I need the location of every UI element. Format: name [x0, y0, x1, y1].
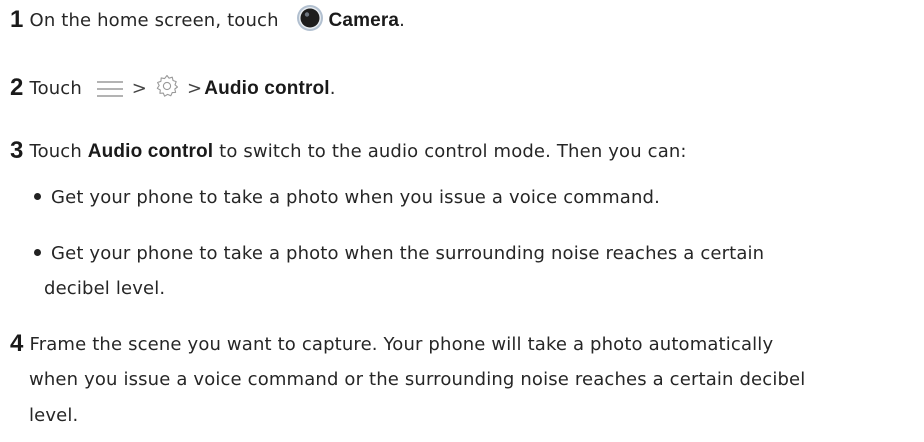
camera-icon — [295, 3, 325, 33]
step-4-line-2: when you issue a voice command or the su… — [29, 369, 806, 390]
step-text: Frame the scene you want to capture. You… — [29, 334, 774, 355]
bullet-icon — [34, 249, 41, 256]
list-item-text: Get your phone to take a photo when you … — [51, 187, 660, 208]
step-number: 4 — [10, 330, 24, 357]
period: . — [329, 78, 336, 99]
step-text: Touch — [29, 78, 82, 99]
audio-control-label: Audio control — [87, 141, 214, 162]
separator: > — [187, 78, 203, 99]
step-1: 1 On the home screen, touch Camera. — [10, 2, 405, 38]
step-4: 4 Frame the scene you want to capture. Yo… — [10, 326, 773, 362]
step-text: On the home screen, touch — [29, 10, 279, 31]
list-item: Get your phone to take a photo when you … — [34, 180, 660, 216]
separator: > — [131, 78, 148, 99]
list-item: Get your phone to take a photo when the … — [34, 236, 764, 272]
settings-gear-icon — [155, 74, 179, 98]
menu-icon — [96, 77, 124, 97]
step-number: 3 — [10, 137, 24, 164]
step-number: 2 — [10, 74, 24, 101]
camera-label: Camera — [328, 10, 400, 31]
step-text: to switch to the audio control mode. The… — [219, 141, 687, 162]
step-number: 1 — [10, 6, 24, 33]
step-2: 2 Touch > > Audio control. — [10, 70, 336, 106]
list-item-text: Get your phone to take a photo when the … — [51, 243, 765, 264]
list-item-continuation: decibel level. — [44, 278, 166, 299]
audio-control-label: Audio control — [204, 78, 330, 99]
period: . — [399, 10, 405, 31]
step-4-line-3: level. — [29, 405, 79, 426]
step-3: 3 Touch Audio control to switch to the au… — [10, 133, 687, 169]
bullet-icon — [34, 193, 41, 200]
step-text: Touch — [29, 141, 82, 162]
